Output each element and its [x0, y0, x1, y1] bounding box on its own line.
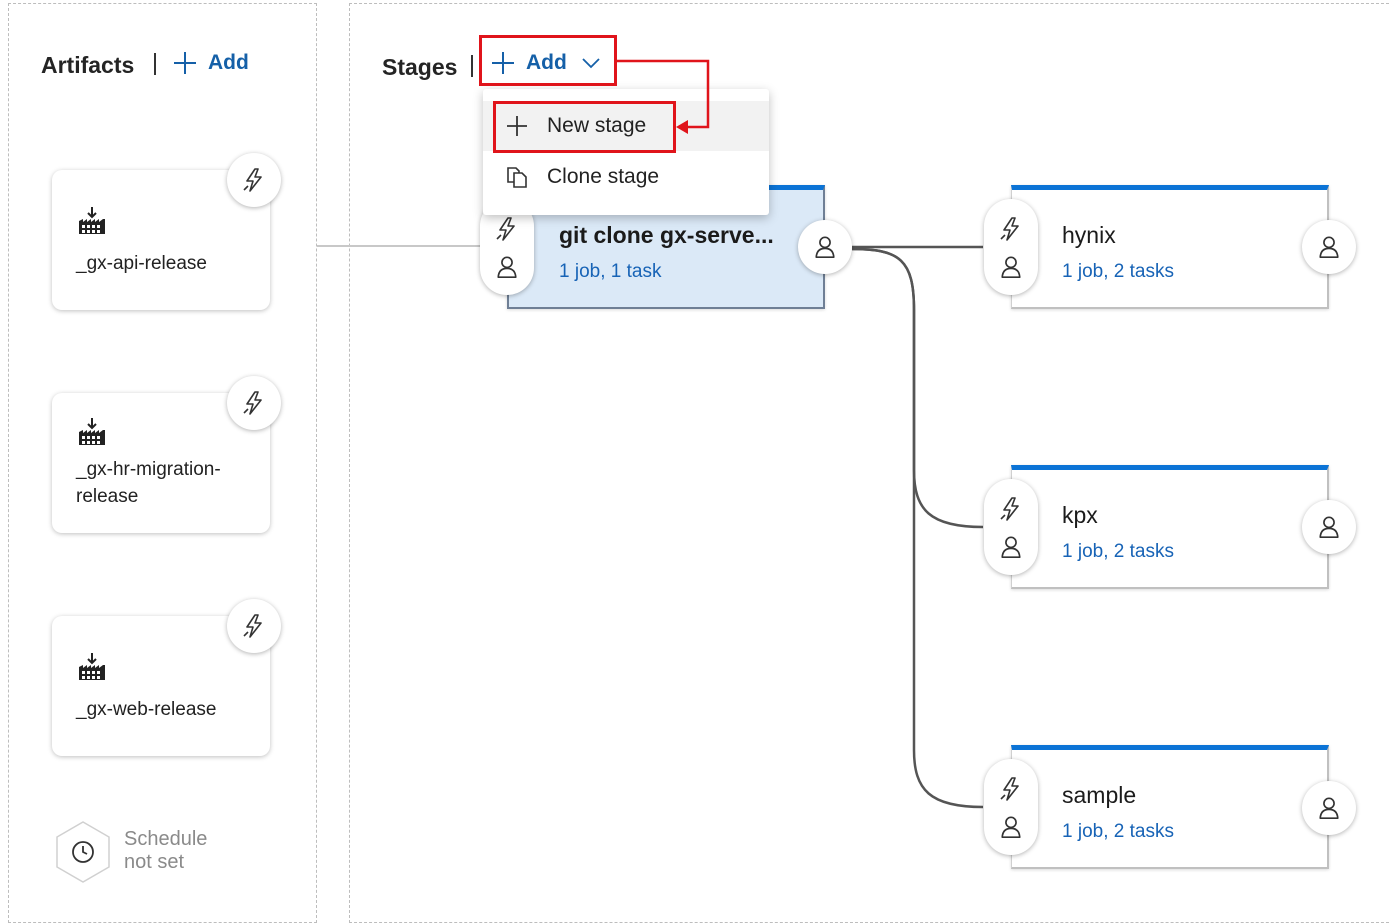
annotation-arrow	[617, 59, 710, 134]
